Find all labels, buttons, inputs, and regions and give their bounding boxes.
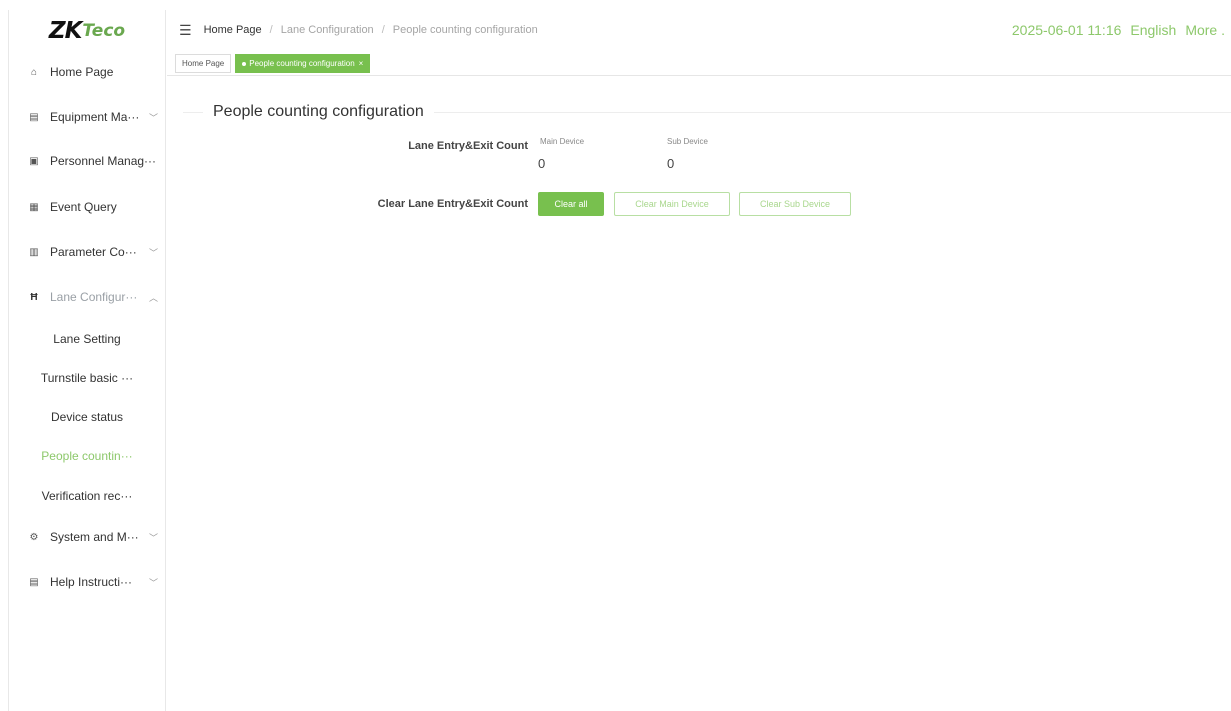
count-label: Lane Entry&Exit Count	[408, 140, 528, 152]
main-device-count: 0	[538, 156, 546, 171]
sidebar-item-system-management[interactable]: ⚙ System and M··· ﹀	[9, 522, 165, 552]
sidebar-item-lane-configuration[interactable]: Ħ Lane Configur··· ︿	[9, 282, 165, 312]
breadcrumb-current: People counting configuration	[392, 24, 538, 36]
logo-accent-text: Teco	[82, 21, 126, 41]
equipment-icon: ▤	[29, 111, 39, 123]
sidebar-item-label: Help Instructi···	[50, 575, 133, 589]
sidebar-item-equipment-management[interactable]: ▤ Equipment Ma··· ﹀	[9, 102, 165, 132]
breadcrumb: Home Page / Lane Configuration / People …	[204, 24, 538, 36]
help-icon: ▤	[29, 576, 39, 588]
page-title: People counting configuration	[203, 103, 434, 121]
sub-device-count: 0	[667, 156, 675, 171]
sidebar-subitem-lane-setting[interactable]: Lane Setting	[9, 324, 165, 354]
breadcrumb-separator: /	[269, 24, 273, 36]
sidebar-subitem-label: Lane Setting	[53, 332, 121, 346]
sidebar-item-parameter-configuration[interactable]: ▥ Parameter Co··· ﹀	[9, 237, 165, 267]
breadcrumb-home[interactable]: Home Page	[204, 24, 262, 36]
home-icon: ⌂	[30, 66, 38, 78]
top-right-area: 2025-06-01 11:16 English More .	[1003, 10, 1225, 50]
sidebar-subitem-label: Turnstile basic ···	[40, 371, 134, 385]
menu-toggle-icon[interactable]: ☰	[179, 22, 192, 39]
sidebar-item-event-query[interactable]: ▦ Event Query	[9, 192, 165, 222]
chevron-up-icon: ︿	[149, 292, 159, 303]
personnel-icon: ▣	[29, 155, 39, 167]
chevron-down-icon: ﹀	[149, 112, 159, 123]
chevron-down-icon: ﹀	[149, 577, 159, 588]
sidebar-subitem-device-status[interactable]: Device status	[9, 402, 165, 432]
clear-label: Clear Lane Entry&Exit Count	[377, 198, 528, 210]
chevron-down-icon: ﹀	[149, 247, 159, 258]
parameter-icon: ▥	[29, 246, 39, 258]
close-icon[interactable]: ×	[359, 59, 364, 68]
active-dot-icon	[242, 61, 247, 66]
sidebar-subitem-verification-records[interactable]: Verification rec···	[9, 481, 165, 511]
sidebar: ZK Teco ⌂ Home Page ▤ Equipment Ma··· ﹀ ▣…	[8, 10, 166, 711]
sidebar-subitem-label: Device status	[50, 410, 124, 424]
system-icon: ⚙	[29, 531, 39, 543]
clear-sub-device-button[interactable]: Clear Sub Device	[739, 192, 851, 216]
sidebar-item-label: Personnel Manag···	[50, 154, 157, 168]
tab-bar: Home Page People counting configuration …	[167, 54, 1231, 76]
language-selector[interactable]: English	[1130, 22, 1176, 38]
clear-all-button[interactable]: Clear all	[538, 192, 604, 216]
main-device-caption: Main Device	[540, 137, 585, 146]
sidebar-item-help-instructions[interactable]: ▤ Help Instructi··· ﹀	[9, 567, 165, 597]
sub-device-caption: Sub Device	[667, 137, 708, 146]
sidebar-item-label: Home Page	[50, 65, 114, 79]
datetime: 2025-06-01 11:16	[1011, 22, 1122, 38]
more-menu[interactable]: More .	[1185, 22, 1225, 38]
sidebar-item-label: Equipment Ma···	[50, 110, 140, 124]
sidebar-subitem-label: People countin···	[41, 449, 133, 463]
logo-main-text: ZK	[48, 18, 82, 44]
top-bar: ☰ Home Page / Lane Configuration / Peopl…	[167, 10, 1231, 50]
breadcrumb-separator: /	[381, 24, 385, 36]
chevron-down-icon: ﹀	[149, 532, 159, 543]
sidebar-subitem-label: Verification rec···	[41, 489, 133, 503]
tab-label: Home Page	[182, 59, 225, 68]
sidebar-item-personnel-management[interactable]: ▣ Personnel Manag···	[9, 146, 165, 176]
sidebar-item-label: System and M···	[50, 530, 139, 544]
sidebar-item-label: Lane Configur···	[50, 290, 138, 304]
sidebar-subitem-people-counting[interactable]: People countin···	[9, 441, 165, 471]
breadcrumb-lane-configuration[interactable]: Lane Configuration	[281, 24, 374, 36]
clear-main-device-button[interactable]: Clear Main Device	[614, 192, 730, 216]
zkteco-logo: ZK Teco	[9, 10, 165, 52]
sidebar-item-label: Parameter Co···	[50, 245, 137, 259]
sidebar-item-label: Event Query	[50, 200, 117, 214]
page: ZK Teco ⌂ Home Page ▤ Equipment Ma··· ﹀ ▣…	[0, 0, 1231, 711]
tab-label: People counting configuration	[249, 59, 355, 68]
tab-home-page[interactable]: Home Page	[175, 54, 232, 73]
sidebar-subitem-turnstile-basic[interactable]: Turnstile basic ···	[9, 363, 165, 393]
sidebar-item-home-page[interactable]: ⌂ Home Page	[9, 57, 165, 87]
tab-people-counting-configuration[interactable]: People counting configuration ×	[235, 54, 371, 73]
event-icon: ▦	[29, 201, 39, 213]
lane-icon: Ħ	[30, 291, 38, 303]
